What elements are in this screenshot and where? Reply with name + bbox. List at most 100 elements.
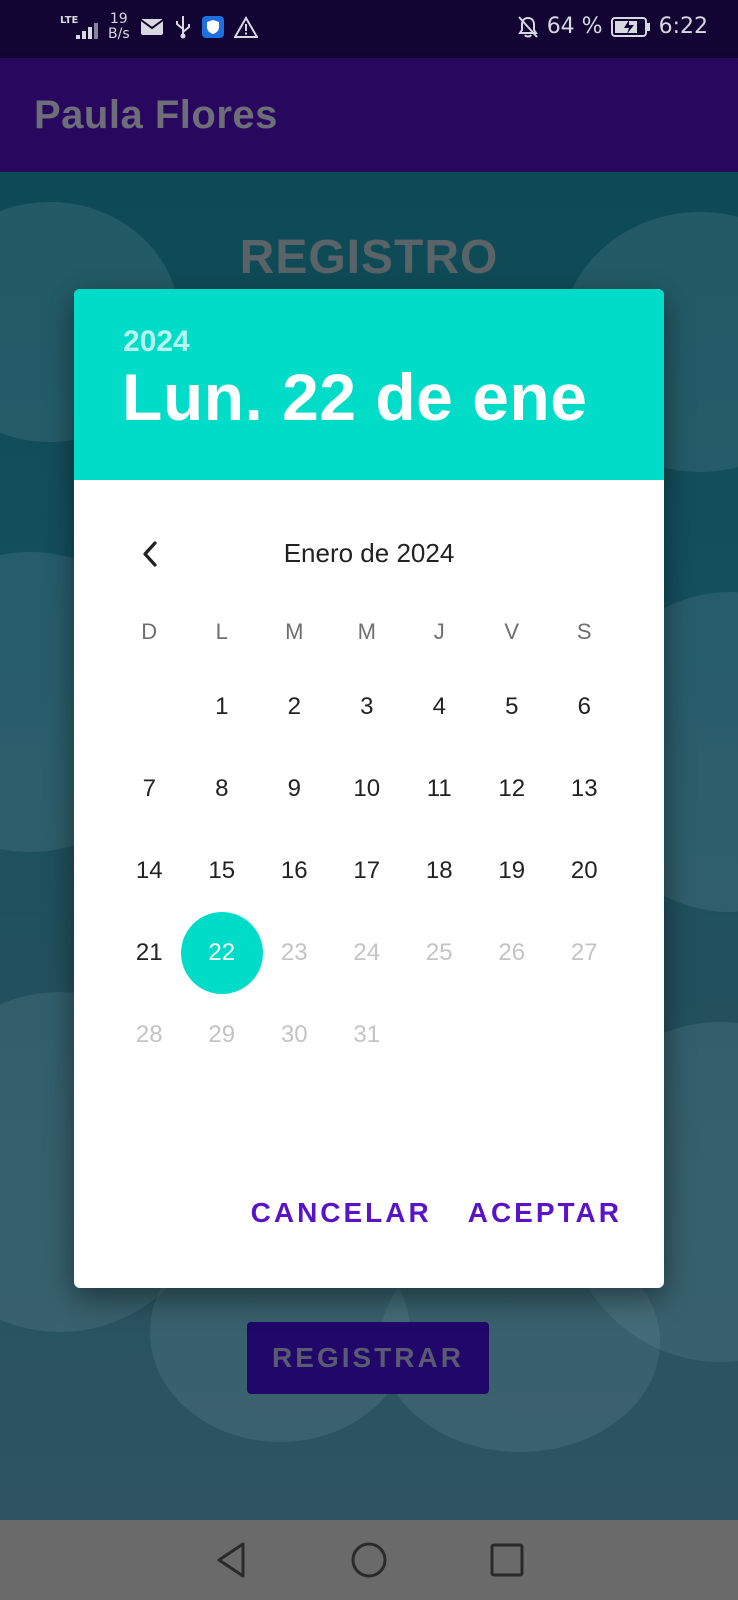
calendar-day[interactable]: 20 xyxy=(548,830,621,912)
day-number: 31 xyxy=(353,1021,381,1048)
status-left: LTE 19 B/s xyxy=(60,12,258,42)
day-number: 5 xyxy=(505,693,519,720)
navigation-bar xyxy=(0,1520,738,1600)
mail-icon xyxy=(140,18,164,36)
usb-icon xyxy=(174,15,192,39)
calendar-day: 26 xyxy=(476,912,549,994)
previous-month-button[interactable] xyxy=(128,532,172,576)
day-number: 30 xyxy=(280,1021,308,1048)
shield-icon xyxy=(201,16,224,38)
calendar-day[interactable]: 16 xyxy=(258,830,331,912)
calendar-day[interactable]: 19 xyxy=(476,830,549,912)
day-number: 24 xyxy=(353,939,381,966)
day-number: 18 xyxy=(425,857,453,884)
calendar-day[interactable]: 5 xyxy=(476,666,549,748)
day-number: 23 xyxy=(280,939,308,966)
calendar-day[interactable]: 12 xyxy=(476,748,549,830)
calendar-day: 27 xyxy=(548,912,621,994)
status-right: 64 % 6:22 xyxy=(517,14,708,39)
day-number: 20 xyxy=(570,857,598,884)
day-number: 17 xyxy=(353,857,381,884)
calendar-day[interactable]: 1 xyxy=(186,666,259,748)
calendar-day[interactable]: 11 xyxy=(403,748,476,830)
signal-network-label: LTE xyxy=(60,15,79,26)
day-number: 21 xyxy=(135,939,163,966)
empty-day-cell xyxy=(476,994,549,1076)
day-number: 27 xyxy=(570,939,598,966)
status-bar: LTE 19 B/s 64 % 6:22 xyxy=(0,0,738,58)
app-bar-title: Paula Flores xyxy=(34,93,278,137)
calendar-day: 28 xyxy=(113,994,186,1076)
calendar-day[interactable]: 15 xyxy=(186,830,259,912)
empty-day-cell xyxy=(548,994,621,1076)
battery-percent: 64 % xyxy=(546,14,603,39)
day-number: 9 xyxy=(287,775,301,802)
day-number: 10 xyxy=(353,775,381,802)
day-number: 11 xyxy=(426,775,452,802)
weekday-label: M xyxy=(285,619,304,644)
weekday-label: M xyxy=(357,619,376,644)
warning-icon xyxy=(233,16,258,38)
weekday-label: D xyxy=(141,619,158,644)
home-icon[interactable] xyxy=(349,1540,389,1580)
page-title: REGISTRO xyxy=(239,231,499,284)
day-number: 29 xyxy=(208,1021,236,1048)
day-number: 19 xyxy=(498,857,526,884)
weekday-label: V xyxy=(504,619,520,644)
network-speed-value: 19 xyxy=(109,11,128,27)
recents-icon[interactable] xyxy=(489,1542,525,1578)
calendar-day[interactable]: 14 xyxy=(113,830,186,912)
selected-date[interactable]: Lun. 22 de ene xyxy=(122,359,587,435)
weekday-label: L xyxy=(215,619,228,644)
calendar-day[interactable]: 13 xyxy=(548,748,621,830)
calendar-day: 30 xyxy=(258,994,331,1076)
month-navigation: Enero de 2024 xyxy=(74,524,664,584)
calendar-day: 29 xyxy=(186,994,259,1076)
day-number: 26 xyxy=(498,939,526,966)
calendar-day[interactable]: 21 xyxy=(113,912,186,994)
day-number: 4 xyxy=(432,693,446,720)
accept-button[interactable]: ACEPTAR xyxy=(468,1197,622,1229)
day-number: 13 xyxy=(570,775,598,802)
weekday-label: J xyxy=(433,619,445,644)
weekday-header: DLMMJVS xyxy=(113,619,621,645)
day-number: 8 xyxy=(215,775,229,802)
calendar-day[interactable]: 10 xyxy=(331,748,404,830)
calendar-day[interactable]: 9 xyxy=(258,748,331,830)
lte-signal-icon: LTE xyxy=(60,13,98,41)
clock: 6:22 xyxy=(658,14,708,39)
day-number: 6 xyxy=(577,693,591,720)
back-icon[interactable] xyxy=(213,1540,249,1580)
calendar-grid: 1 2 3 4 5 6 7 8 9 10 11 12 13 14 15 16 17 18 19 20 21 22 23 24 2… xyxy=(113,666,621,1076)
weekday-label: S xyxy=(576,619,592,644)
dialog-actions: CANCELAR ACEPTAR xyxy=(251,1197,622,1229)
calendar-day[interactable]: 8 xyxy=(186,748,259,830)
calendar-day: 23 xyxy=(258,912,331,994)
day-number: 3 xyxy=(360,693,374,720)
day-number: 16 xyxy=(280,857,308,884)
date-picker-dialog: 2024 Lun. 22 de ene Enero de 2024 DLMMJV… xyxy=(74,289,664,1288)
battery-icon xyxy=(610,16,651,38)
calendar-day[interactable]: 18 xyxy=(403,830,476,912)
day-number: 15 xyxy=(208,857,236,884)
day-number: 2 xyxy=(287,693,301,720)
chevron-left-icon xyxy=(143,541,157,567)
calendar-day[interactable]: 4 xyxy=(403,666,476,748)
bell-off-icon xyxy=(517,15,539,39)
calendar-day[interactable]: 2 xyxy=(258,666,331,748)
date-picker-header: 2024 Lun. 22 de ene xyxy=(74,289,664,480)
calendar-day[interactable]: 3 xyxy=(331,666,404,748)
calendar-day: 25 xyxy=(403,912,476,994)
network-speed-unit: B/s xyxy=(108,26,130,42)
day-number: 14 xyxy=(135,857,163,884)
calendar-day-selected[interactable]: 22 xyxy=(180,912,263,994)
empty-day-cell xyxy=(113,666,186,748)
calendar-day[interactable]: 6 xyxy=(548,666,621,748)
calendar-day[interactable]: 17 xyxy=(331,830,404,912)
register-button[interactable]: REGISTRAR xyxy=(247,1322,489,1394)
calendar-day: 31 xyxy=(331,994,404,1076)
app-bar: Paula Flores xyxy=(0,58,738,172)
cancel-button[interactable]: CANCELAR xyxy=(251,1197,432,1229)
selected-year[interactable]: 2024 xyxy=(123,325,190,359)
calendar-day[interactable]: 7 xyxy=(113,748,186,830)
